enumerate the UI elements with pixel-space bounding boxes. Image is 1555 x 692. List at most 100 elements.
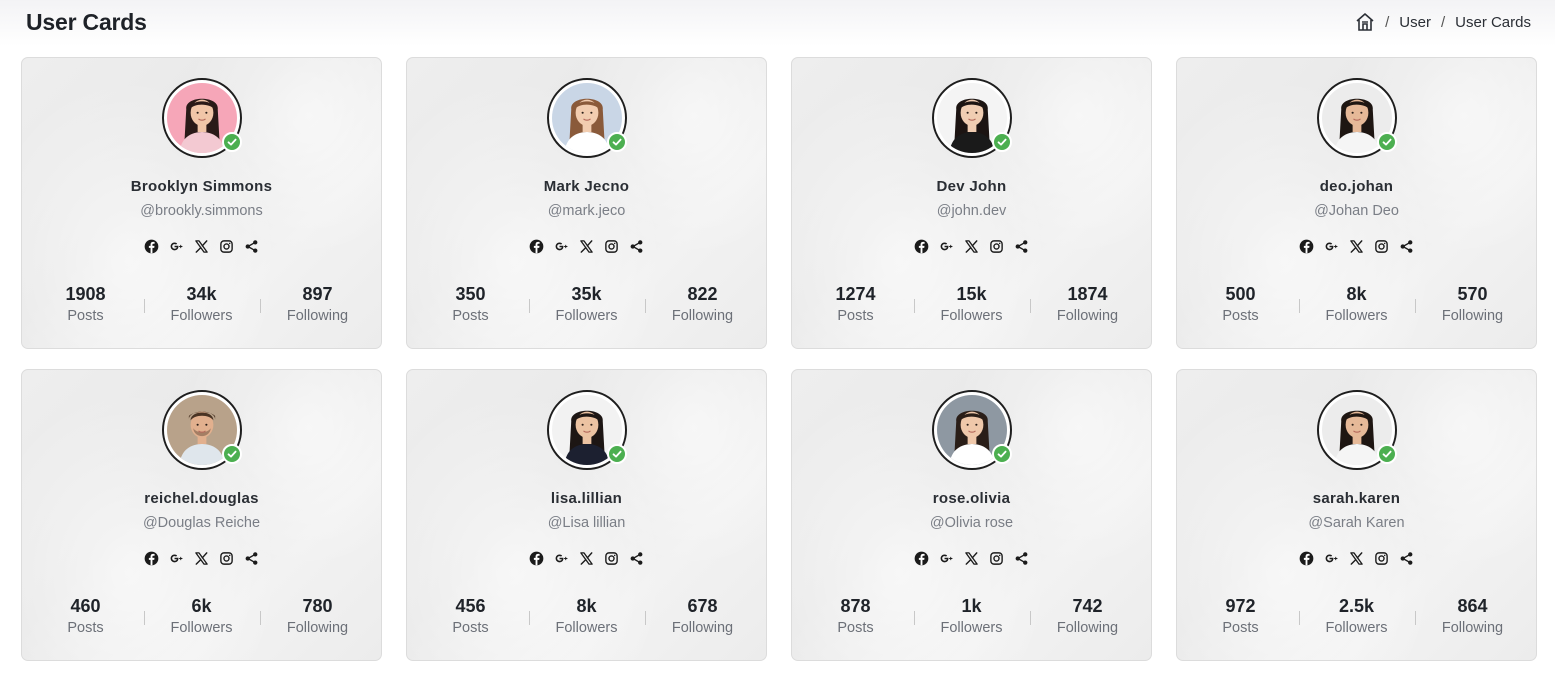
x-icon[interactable]	[1349, 550, 1365, 566]
user-handle: @Douglas Reiche	[142, 515, 261, 531]
user-name[interactable]: deo.johan	[1177, 178, 1536, 195]
social-links	[22, 550, 381, 566]
facebook-icon[interactable]	[144, 238, 160, 254]
stat-following: 1874 Following	[1029, 283, 1146, 327]
followers-count: 35k	[571, 284, 602, 304]
following-label: Following	[286, 308, 349, 324]
x-icon[interactable]	[1349, 238, 1365, 254]
posts-label: Posts	[67, 620, 104, 636]
user-name[interactable]: reichel.douglas	[22, 490, 381, 507]
breadcrumb-separator: /	[1385, 13, 1390, 31]
following-label: Following	[286, 620, 349, 636]
facebook-icon[interactable]	[914, 550, 930, 566]
user-name[interactable]: Dev John	[792, 178, 1151, 195]
instagram-icon[interactable]	[989, 550, 1005, 566]
posts-label: Posts	[67, 308, 104, 324]
user-name[interactable]: rose.olivia	[792, 490, 1151, 507]
followers-label: Followers	[940, 308, 1003, 324]
share-icon[interactable]	[1014, 238, 1030, 254]
share-icon[interactable]	[1399, 238, 1415, 254]
google-plus-icon[interactable]	[169, 238, 185, 254]
posts-count: 500	[1225, 284, 1256, 304]
online-status-badge	[606, 132, 627, 152]
stat-followers: 35k Followers	[528, 283, 645, 327]
online-status-badge	[221, 444, 242, 464]
google-plus-icon[interactable]	[169, 550, 185, 566]
user-name[interactable]: sarah.karen	[1177, 490, 1536, 507]
page-header: User Cards / User / User Cards	[0, 0, 1555, 46]
google-plus-icon[interactable]	[939, 238, 955, 254]
user-handle: @Lisa lillian	[547, 515, 626, 531]
instagram-icon[interactable]	[989, 238, 1005, 254]
followers-count: 15k	[956, 284, 987, 304]
facebook-icon[interactable]	[914, 238, 930, 254]
instagram-icon[interactable]	[219, 238, 235, 254]
google-plus-icon[interactable]	[1324, 238, 1340, 254]
user-handle: @brookly.simmons	[140, 203, 263, 219]
followers-label: Followers	[170, 308, 233, 324]
user-card: rose.olivia @Olivia rose 878 Posts 1k Fo…	[791, 369, 1152, 661]
posts-label: Posts	[837, 308, 874, 324]
posts-count: 972	[1225, 596, 1256, 616]
share-icon[interactable]	[629, 238, 645, 254]
user-stats: 460 Posts 6k Followers 780 Following	[22, 595, 381, 639]
stat-posts: 1274 Posts	[798, 283, 914, 327]
stat-followers: 8k Followers	[528, 595, 645, 639]
share-icon[interactable]	[1399, 550, 1415, 566]
google-plus-icon[interactable]	[554, 238, 570, 254]
home-icon[interactable]	[1355, 12, 1375, 32]
following-count: 1874	[1067, 284, 1108, 304]
x-icon[interactable]	[964, 550, 980, 566]
instagram-icon[interactable]	[604, 238, 620, 254]
instagram-icon[interactable]	[604, 550, 620, 566]
stat-following: 678 Following	[644, 595, 761, 639]
x-icon[interactable]	[194, 550, 210, 566]
share-icon[interactable]	[629, 550, 645, 566]
social-links	[407, 550, 766, 566]
social-links	[22, 238, 381, 254]
google-plus-icon[interactable]	[939, 550, 955, 566]
user-card: Dev John @john.dev 1274 Posts 15k Follow…	[791, 57, 1152, 349]
breadcrumb-user[interactable]: User	[1399, 14, 1431, 31]
user-name[interactable]: Brooklyn Simmons	[22, 178, 381, 195]
x-icon[interactable]	[579, 550, 595, 566]
posts-label: Posts	[1222, 620, 1259, 636]
online-status-badge	[221, 132, 242, 152]
google-plus-icon[interactable]	[1324, 550, 1340, 566]
x-icon[interactable]	[964, 238, 980, 254]
avatar-frame	[546, 78, 627, 158]
facebook-icon[interactable]	[144, 550, 160, 566]
stat-followers: 34k Followers	[143, 283, 260, 327]
user-stats: 500 Posts 8k Followers 570 Following	[1177, 283, 1536, 327]
user-stats: 456 Posts 8k Followers 678 Following	[407, 595, 766, 639]
avatar-frame	[1316, 78, 1397, 158]
instagram-icon[interactable]	[1374, 550, 1390, 566]
followers-count: 8k	[576, 596, 597, 616]
social-links	[792, 238, 1151, 254]
followers-label: Followers	[940, 620, 1003, 636]
instagram-icon[interactable]	[219, 550, 235, 566]
facebook-icon[interactable]	[1299, 550, 1315, 566]
breadcrumb-separator: /	[1440, 13, 1446, 31]
x-icon[interactable]	[194, 238, 210, 254]
avatar-frame	[161, 390, 242, 470]
facebook-icon[interactable]	[1299, 238, 1315, 254]
user-card: deo.johan @Johan Deo 500 Posts 8k Follow…	[1176, 57, 1537, 349]
facebook-icon[interactable]	[529, 550, 545, 566]
online-status-badge	[991, 444, 1012, 464]
breadcrumb: / User / User Cards	[1355, 12, 1531, 32]
user-name[interactable]: lisa.lillian	[407, 490, 766, 507]
user-name[interactable]: Mark Jecno	[407, 178, 766, 195]
followers-count: 34k	[186, 284, 217, 304]
instagram-icon[interactable]	[1374, 238, 1390, 254]
share-icon[interactable]	[244, 238, 260, 254]
google-plus-icon[interactable]	[554, 550, 570, 566]
page-title: User Cards	[26, 9, 147, 35]
share-icon[interactable]	[1014, 550, 1030, 566]
user-handle: @Johan Deo	[1314, 203, 1399, 219]
share-icon[interactable]	[244, 550, 260, 566]
x-icon[interactable]	[579, 238, 595, 254]
stat-following: 742 Following	[1029, 595, 1146, 639]
facebook-icon[interactable]	[529, 238, 545, 254]
user-card: sarah.karen @Sarah Karen 972 Posts 2.5k …	[1176, 369, 1537, 661]
